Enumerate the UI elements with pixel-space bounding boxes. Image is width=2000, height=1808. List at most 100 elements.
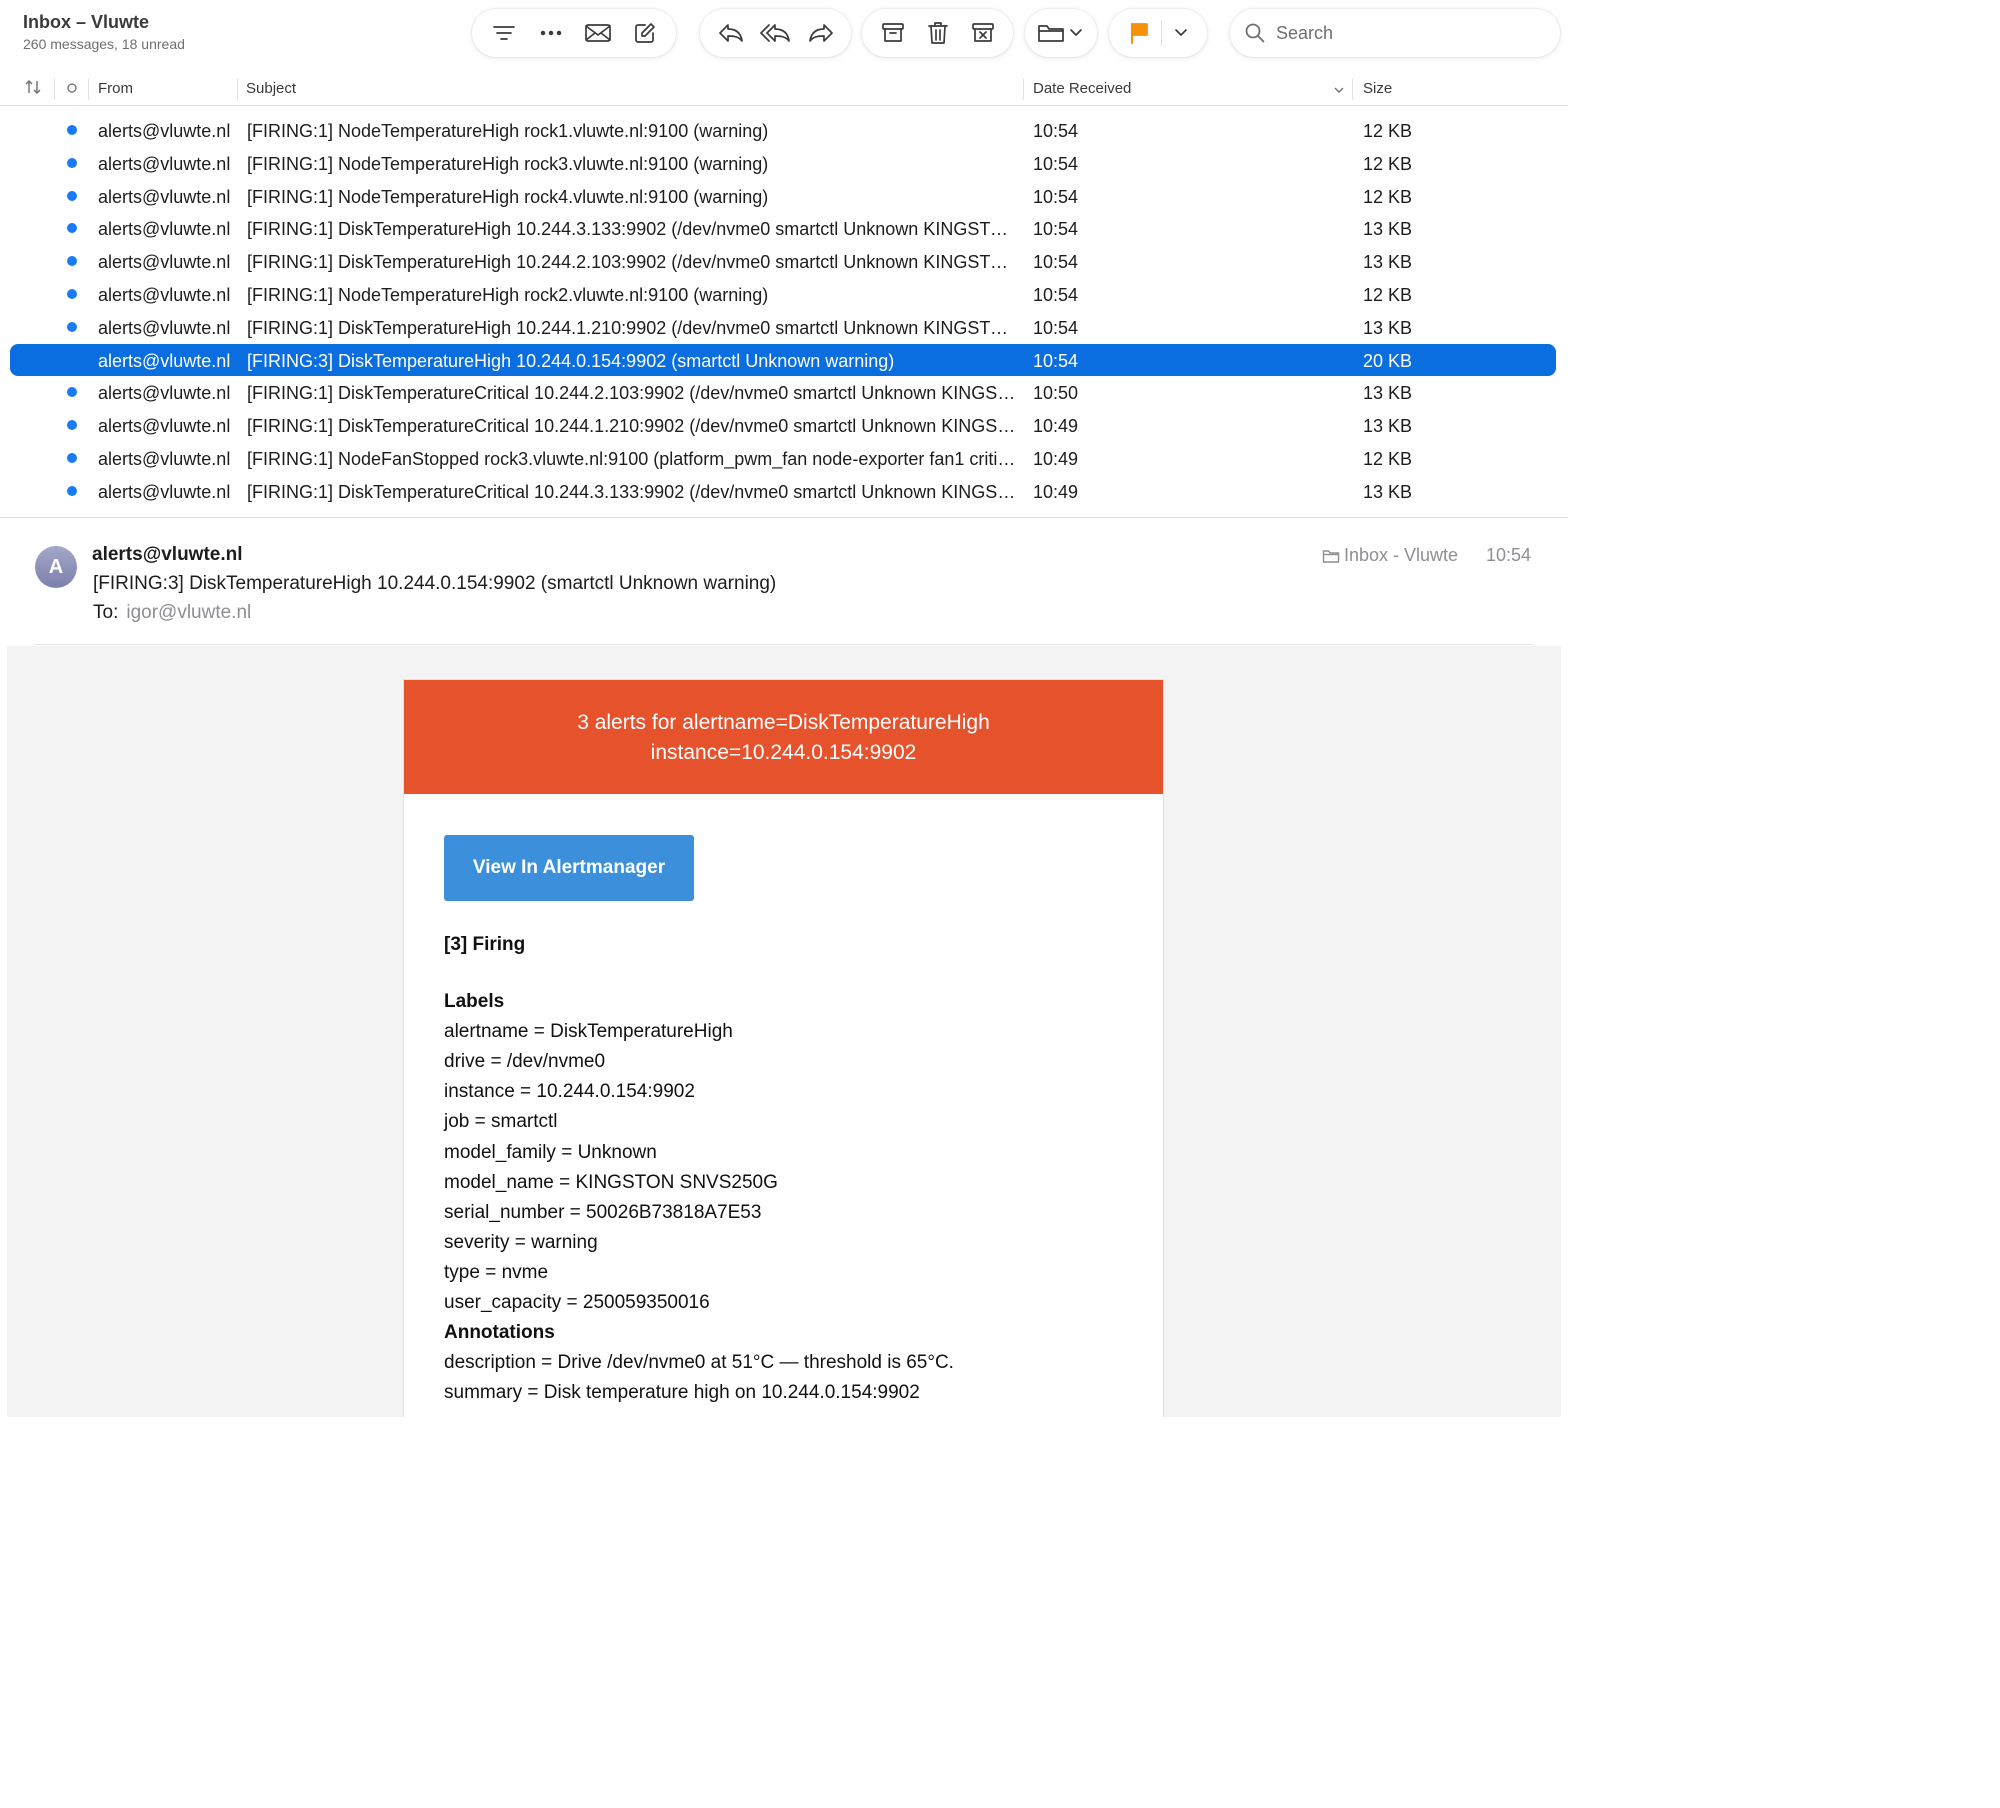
recipient-address[interactable]: igor@vluwte.nl bbox=[126, 602, 251, 623]
filter-icon[interactable] bbox=[482, 13, 526, 53]
message-row[interactable]: alerts@vluwte.nl [FIRING:1] DiskTemperatu… bbox=[0, 475, 1568, 508]
row-from: alerts@vluwte.nl bbox=[98, 121, 231, 141]
flag-icon[interactable] bbox=[1117, 13, 1161, 53]
message-row[interactable]: alerts@vluwte.nl [FIRING:1] DiskTemperatu… bbox=[0, 245, 1568, 278]
column-size[interactable]: Size bbox=[1363, 80, 1392, 97]
row-date: 10:49 bbox=[1033, 448, 1079, 469]
row-size: 13 KB bbox=[1363, 481, 1413, 502]
compose-icon[interactable] bbox=[623, 13, 667, 53]
row-from: alerts@vluwte.nl bbox=[98, 219, 231, 240]
row-date: 10:54 bbox=[1033, 219, 1079, 240]
to-label: To: bbox=[93, 602, 119, 623]
label-entry: severity = warning bbox=[444, 1231, 598, 1253]
column-from[interactable]: From bbox=[98, 80, 133, 97]
alert-banner: 3 alerts for alertname=DiskTemperatureHi… bbox=[404, 680, 1163, 794]
message-recipient: To: igor@vluwte.nl bbox=[93, 602, 251, 624]
message-sender[interactable]: alerts@vluwte.nl bbox=[92, 544, 243, 566]
column-separator bbox=[54, 78, 55, 100]
row-size: 13 KB bbox=[1363, 416, 1413, 437]
toolbar-group-flag bbox=[1109, 9, 1207, 57]
row-subject: [FIRING:3] DiskTemperatureHigh 10.244.0.… bbox=[247, 350, 895, 371]
search-input[interactable] bbox=[1276, 22, 1536, 44]
label-entry: instance = 10.244.0.154:9902 bbox=[444, 1081, 695, 1103]
row-date: 10:49 bbox=[1033, 481, 1079, 502]
row-size: 13 KB bbox=[1363, 317, 1413, 338]
row-subject: [FIRING:1] NodeFanStopped rock3.vluwte.n… bbox=[247, 448, 1017, 469]
row-from: alerts@vluwte.nl bbox=[98, 153, 231, 174]
unread-dot-icon bbox=[67, 387, 77, 398]
toolbar-group-view bbox=[472, 9, 676, 57]
row-from: alerts@vluwte.nl bbox=[98, 481, 231, 502]
message-mailbox: Inbox - Vluwte bbox=[1322, 545, 1458, 566]
row-from: alerts@vluwte.nl bbox=[98, 350, 231, 371]
unread-dot-icon bbox=[67, 485, 77, 496]
toolbar-group-reply bbox=[700, 9, 851, 57]
row-size: 12 KB bbox=[1363, 121, 1413, 141]
row-size: 12 KB bbox=[1363, 448, 1413, 469]
mailbox-label: Inbox - Vluwte bbox=[1344, 545, 1459, 565]
trash-icon[interactable] bbox=[916, 13, 960, 53]
message-row[interactable]: alerts@vluwte.nl [FIRING:1] DiskTemperatu… bbox=[0, 376, 1568, 409]
chevron-down-icon[interactable] bbox=[1163, 13, 1199, 53]
toolbar: Inbox – Vluwte 260 messages, 18 unread bbox=[0, 0, 1568, 70]
message-row[interactable]: alerts@vluwte.nl [FIRING:1] DiskTemperatu… bbox=[0, 212, 1568, 245]
row-from: alerts@vluwte.nl bbox=[98, 416, 231, 437]
view-in-alertmanager-button[interactable]: View In Alertmanager bbox=[444, 835, 694, 901]
message-row[interactable]: alerts@vluwte.nl [FIRING:1] NodeTemperatu… bbox=[0, 180, 1568, 213]
folder-icon[interactable] bbox=[1031, 13, 1091, 53]
reply-all-icon[interactable] bbox=[754, 13, 798, 53]
banner-line: instance=10.244.0.154:9902 bbox=[650, 741, 917, 764]
row-from: alerts@vluwte.nl bbox=[98, 317, 231, 338]
message-row[interactable]: alerts@vluwte.nl [FIRING:1] DiskTemperatu… bbox=[0, 409, 1568, 442]
message-list[interactable]: alerts@vluwte.nl [FIRING:1] NodeTemperatu… bbox=[0, 114, 1568, 518]
row-from: alerts@vluwte.nl bbox=[98, 448, 231, 469]
message-row[interactable]: alerts@vluwte.nl [FIRING:1] NodeTemperatu… bbox=[0, 114, 1568, 147]
junk-icon[interactable] bbox=[961, 13, 1005, 53]
row-date: 10:54 bbox=[1033, 121, 1079, 141]
row-size: 12 KB bbox=[1363, 284, 1413, 305]
row-from: alerts@vluwte.nl bbox=[98, 284, 231, 305]
column-subject[interactable]: Subject bbox=[246, 80, 296, 97]
alert-details: [3] Firing Labels alertname = DiskTemper… bbox=[444, 930, 954, 1408]
message-row[interactable]: alerts@vluwte.nl [FIRING:1] NodeFanStoppe… bbox=[0, 442, 1568, 475]
more-icon[interactable] bbox=[529, 13, 573, 53]
row-from: alerts@vluwte.nl bbox=[98, 383, 231, 404]
message-row[interactable]: alerts@vluwte.nl [FIRING:3] DiskTemperatu… bbox=[0, 343, 1568, 377]
reply-icon[interactable] bbox=[709, 13, 753, 53]
unread-dot-icon bbox=[67, 190, 77, 201]
label-entry: serial_number = 50026B73818A7E53 bbox=[444, 1201, 762, 1223]
message-row[interactable]: alerts@vluwte.nl [FIRING:1] NodeTemperatu… bbox=[0, 147, 1568, 180]
unread-dot-icon bbox=[67, 223, 77, 234]
row-subject: [FIRING:1] DiskTemperatureCritical 10.24… bbox=[247, 383, 1017, 404]
unread-dot-icon bbox=[67, 256, 77, 267]
unread-column-icon[interactable] bbox=[65, 80, 79, 100]
message-row[interactable]: alerts@vluwte.nl [FIRING:1] DiskTemperatu… bbox=[0, 311, 1568, 344]
unread-dot-icon bbox=[67, 420, 77, 431]
column-separator bbox=[88, 78, 89, 100]
annotations-list: description = Drive /dev/nvme0 at 51°C —… bbox=[444, 1348, 954, 1408]
column-date-received[interactable]: Date Received bbox=[1033, 80, 1131, 97]
row-size: 13 KB bbox=[1363, 219, 1413, 240]
row-date: 10:54 bbox=[1033, 252, 1079, 273]
message-time: 10:54 bbox=[1486, 545, 1532, 565]
message-row[interactable]: alerts@vluwte.nl [FIRING:1] NodeTemperatu… bbox=[0, 278, 1568, 311]
column-header: From Subject Date Received Size bbox=[0, 72, 1568, 106]
message-subject: [FIRING:3] DiskTemperatureHigh 10.244.0.… bbox=[93, 573, 777, 594]
sort-icon[interactable] bbox=[24, 78, 42, 100]
row-subject: [FIRING:1] NodeTemperatureHigh rock4.vlu… bbox=[247, 186, 769, 207]
row-size: 12 KB bbox=[1363, 186, 1413, 207]
envelope-icon[interactable] bbox=[576, 13, 620, 53]
annotations-heading: Annotations bbox=[444, 1322, 555, 1344]
column-separator bbox=[1023, 78, 1024, 100]
forward-icon[interactable] bbox=[799, 13, 843, 53]
unread-dot-icon bbox=[67, 452, 77, 463]
label-entry: drive = /dev/nvme0 bbox=[444, 1051, 606, 1073]
toolbar-group-folder bbox=[1025, 9, 1097, 57]
archive-icon[interactable] bbox=[871, 13, 915, 53]
annotation-entry: summary = Disk temperature high on 10.24… bbox=[444, 1382, 920, 1404]
chevron-down-icon[interactable] bbox=[1333, 82, 1345, 99]
mailbox-title-block: Inbox – Vluwte 260 messages, 18 unread bbox=[23, 12, 185, 52]
row-date: 10:49 bbox=[1033, 416, 1079, 437]
message-body: 3 alerts for alertname=DiskTemperatureHi… bbox=[7, 646, 1561, 1417]
search-field[interactable] bbox=[1230, 9, 1560, 57]
